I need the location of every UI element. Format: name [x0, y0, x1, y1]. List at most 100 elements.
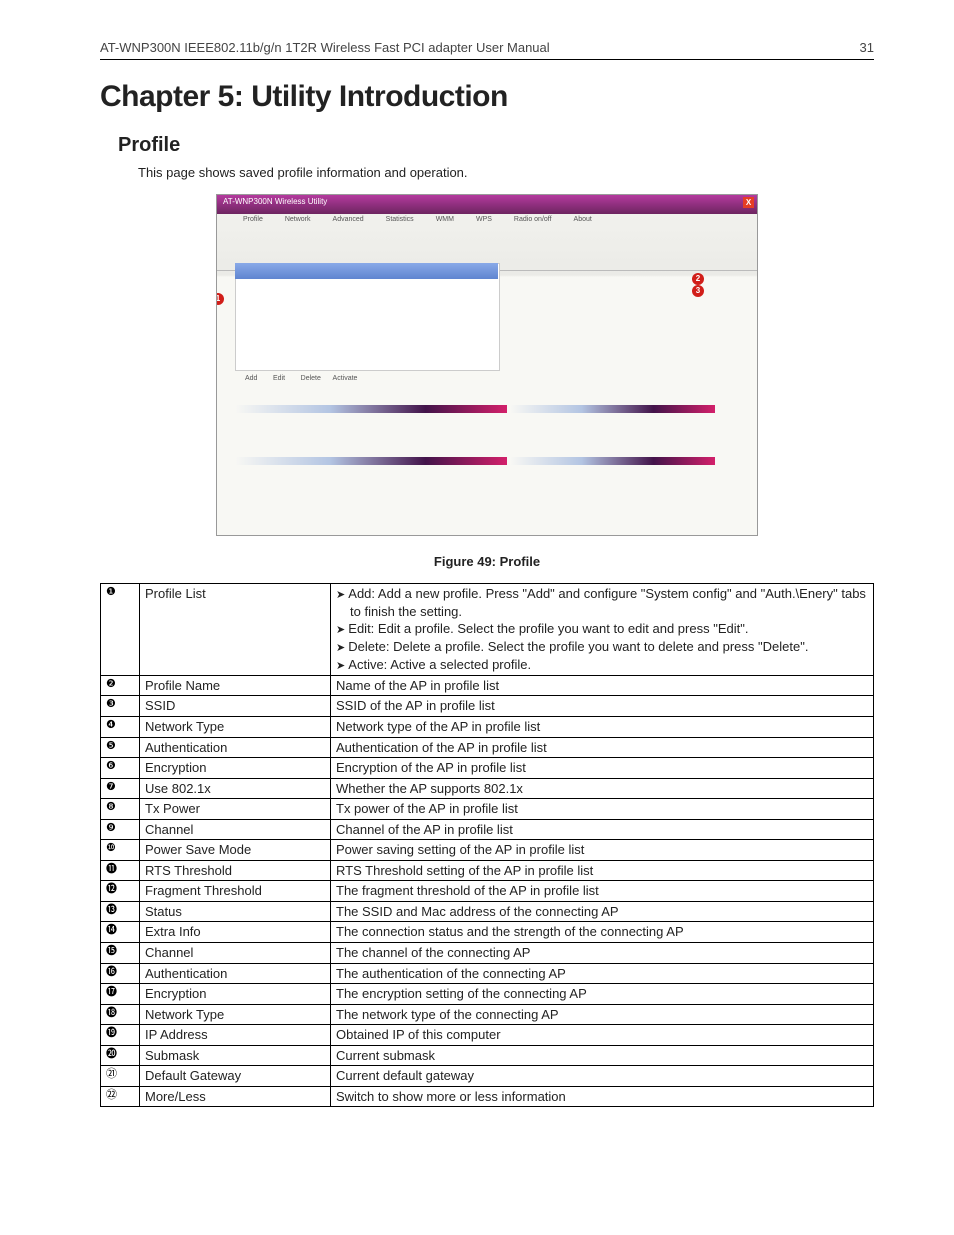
row-label: IP Address: [140, 1025, 331, 1046]
table-row: ❼Use 802.1xWhether the AP supports 802.1…: [101, 778, 874, 799]
row-desc: Whether the AP supports 802.1x: [331, 778, 874, 799]
callout-3: 3: [692, 285, 704, 297]
section-title: Profile: [118, 134, 874, 157]
row-desc: The authentication of the connecting AP: [331, 963, 874, 984]
row-number: ⓴: [101, 1045, 140, 1066]
row-number: ⓲: [101, 1004, 140, 1025]
table-row: ㉑Default GatewayCurrent default gateway: [101, 1066, 874, 1087]
row-label: Default Gateway: [140, 1066, 331, 1087]
table-row: ⓰AuthenticationThe authentication of the…: [101, 963, 874, 984]
row-desc: Switch to show more or less information: [331, 1086, 874, 1107]
row-desc: Encryption of the AP in profile list: [331, 758, 874, 779]
callout-2: 2: [692, 273, 704, 285]
row-label: Channel: [140, 819, 331, 840]
row-label: Authentication: [140, 963, 331, 984]
row-desc: The channel of the connecting AP: [331, 943, 874, 964]
table-row: ㉒More/LessSwitch to show more or less in…: [101, 1086, 874, 1107]
row-desc: Tx power of the AP in profile list: [331, 799, 874, 820]
table-row: ⓫RTS ThresholdRTS Threshold setting of t…: [101, 860, 874, 881]
table-row: ⓯ChannelThe channel of the connecting AP: [101, 943, 874, 964]
row-desc: RTS Threshold setting of the AP in profi…: [331, 860, 874, 881]
tab-wmm: WMM: [436, 216, 454, 264]
row-desc: Power saving setting of the AP in profil…: [331, 840, 874, 861]
row-label: Channel: [140, 943, 331, 964]
row-label: Encryption: [140, 758, 331, 779]
row-number: ❺: [101, 737, 140, 758]
row-number: ⓭: [101, 901, 140, 922]
row-desc: Channel of the AP in profile list: [331, 819, 874, 840]
table-row: ❶Profile ListAdd: Add a new profile. Pre…: [101, 584, 874, 676]
row-label: Fragment Threshold: [140, 881, 331, 902]
row-label: More/Less: [140, 1086, 331, 1107]
tab-advanced: Advanced: [333, 216, 364, 264]
table-row: ⓮Extra InfoThe connection status and the…: [101, 922, 874, 943]
row-number: ❼: [101, 778, 140, 799]
table-row: ⓳IP AddressObtained IP of this computer: [101, 1025, 874, 1046]
row-desc: Current default gateway: [331, 1066, 874, 1087]
row-desc: Obtained IP of this computer: [331, 1025, 874, 1046]
tab-about: About: [574, 216, 592, 264]
row-label: Authentication: [140, 737, 331, 758]
table-row: ⓱EncryptionThe encryption setting of the…: [101, 984, 874, 1005]
row-desc: The SSID and Mac address of the connecti…: [331, 901, 874, 922]
description-table: ❶Profile ListAdd: Add a new profile. Pre…: [100, 583, 874, 1107]
row-number: ❷: [101, 675, 140, 696]
header-rule: [100, 59, 874, 60]
row-number: ❽: [101, 799, 140, 820]
row-desc: Add: Add a new profile. Press "Add" and …: [331, 584, 874, 676]
table-row: ❽Tx PowerTx power of the AP in profile l…: [101, 799, 874, 820]
row-label: RTS Threshold: [140, 860, 331, 881]
close-icon: X: [743, 197, 754, 208]
row-desc: The encryption setting of the connecting…: [331, 984, 874, 1005]
row-label: Submask: [140, 1045, 331, 1066]
row-label: Use 802.1x: [140, 778, 331, 799]
row-label: Profile List: [140, 584, 331, 676]
row-number: ⓰: [101, 963, 140, 984]
row-label: Network Type: [140, 717, 331, 738]
table-row: ❷Profile NameName of the AP in profile l…: [101, 675, 874, 696]
table-row: ⓴SubmaskCurrent submask: [101, 1045, 874, 1066]
row-desc: The fragment threshold of the AP in prof…: [331, 881, 874, 902]
running-header: AT-WNP300N IEEE802.11b/g/n 1T2R Wireless…: [100, 40, 550, 55]
figure-caption: Figure 49: Profile: [100, 554, 874, 569]
tab-wps: WPS: [476, 216, 492, 264]
row-number: ⓮: [101, 922, 140, 943]
row-label: Extra Info: [140, 922, 331, 943]
tab-radio: Radio on/off: [514, 216, 552, 264]
row-number: ⓫: [101, 860, 140, 881]
app-toolbar: Profile Network Advanced Statistics WMM …: [217, 210, 757, 271]
chapter-title: Chapter 5: Utility Introduction: [100, 80, 874, 114]
tab-statistics: Statistics: [386, 216, 414, 264]
table-row: ❸SSIDSSID of the AP in profile list: [101, 696, 874, 717]
row-number: ㉑: [101, 1066, 140, 1087]
row-number: ❿: [101, 840, 140, 861]
table-row: ⓭StatusThe SSID and Mac address of the c…: [101, 901, 874, 922]
row-label: SSID: [140, 696, 331, 717]
row-number: ❾: [101, 819, 140, 840]
row-number: ❸: [101, 696, 140, 717]
row-label: Tx Power: [140, 799, 331, 820]
intro-text: This page shows saved profile informatio…: [138, 165, 874, 180]
table-row: ❿Power Save ModePower saving setting of …: [101, 840, 874, 861]
row-label: Status: [140, 901, 331, 922]
table-row: ❹Network TypeNetwork type of the AP in p…: [101, 717, 874, 738]
row-desc: The network type of the connecting AP: [331, 1004, 874, 1025]
callout-1: 1: [216, 293, 224, 305]
row-number: ⓳: [101, 1025, 140, 1046]
row-number: ❻: [101, 758, 140, 779]
row-number: ㉒: [101, 1086, 140, 1107]
page-number: 31: [860, 40, 874, 55]
row-number: ❹: [101, 717, 140, 738]
row-label: Profile Name: [140, 675, 331, 696]
row-number: ⓬: [101, 881, 140, 902]
table-row: ❾ChannelChannel of the AP in profile lis…: [101, 819, 874, 840]
row-desc: The connection status and the strength o…: [331, 922, 874, 943]
tab-profile: Profile: [243, 216, 263, 264]
table-row: ❺AuthenticationAuthentication of the AP …: [101, 737, 874, 758]
table-row: ⓬Fragment ThresholdThe fragment threshol…: [101, 881, 874, 902]
row-label: Encryption: [140, 984, 331, 1005]
row-number: ❶: [101, 584, 140, 676]
row-desc: Name of the AP in profile list: [331, 675, 874, 696]
row-desc: Network type of the AP in profile list: [331, 717, 874, 738]
row-label: Network Type: [140, 1004, 331, 1025]
